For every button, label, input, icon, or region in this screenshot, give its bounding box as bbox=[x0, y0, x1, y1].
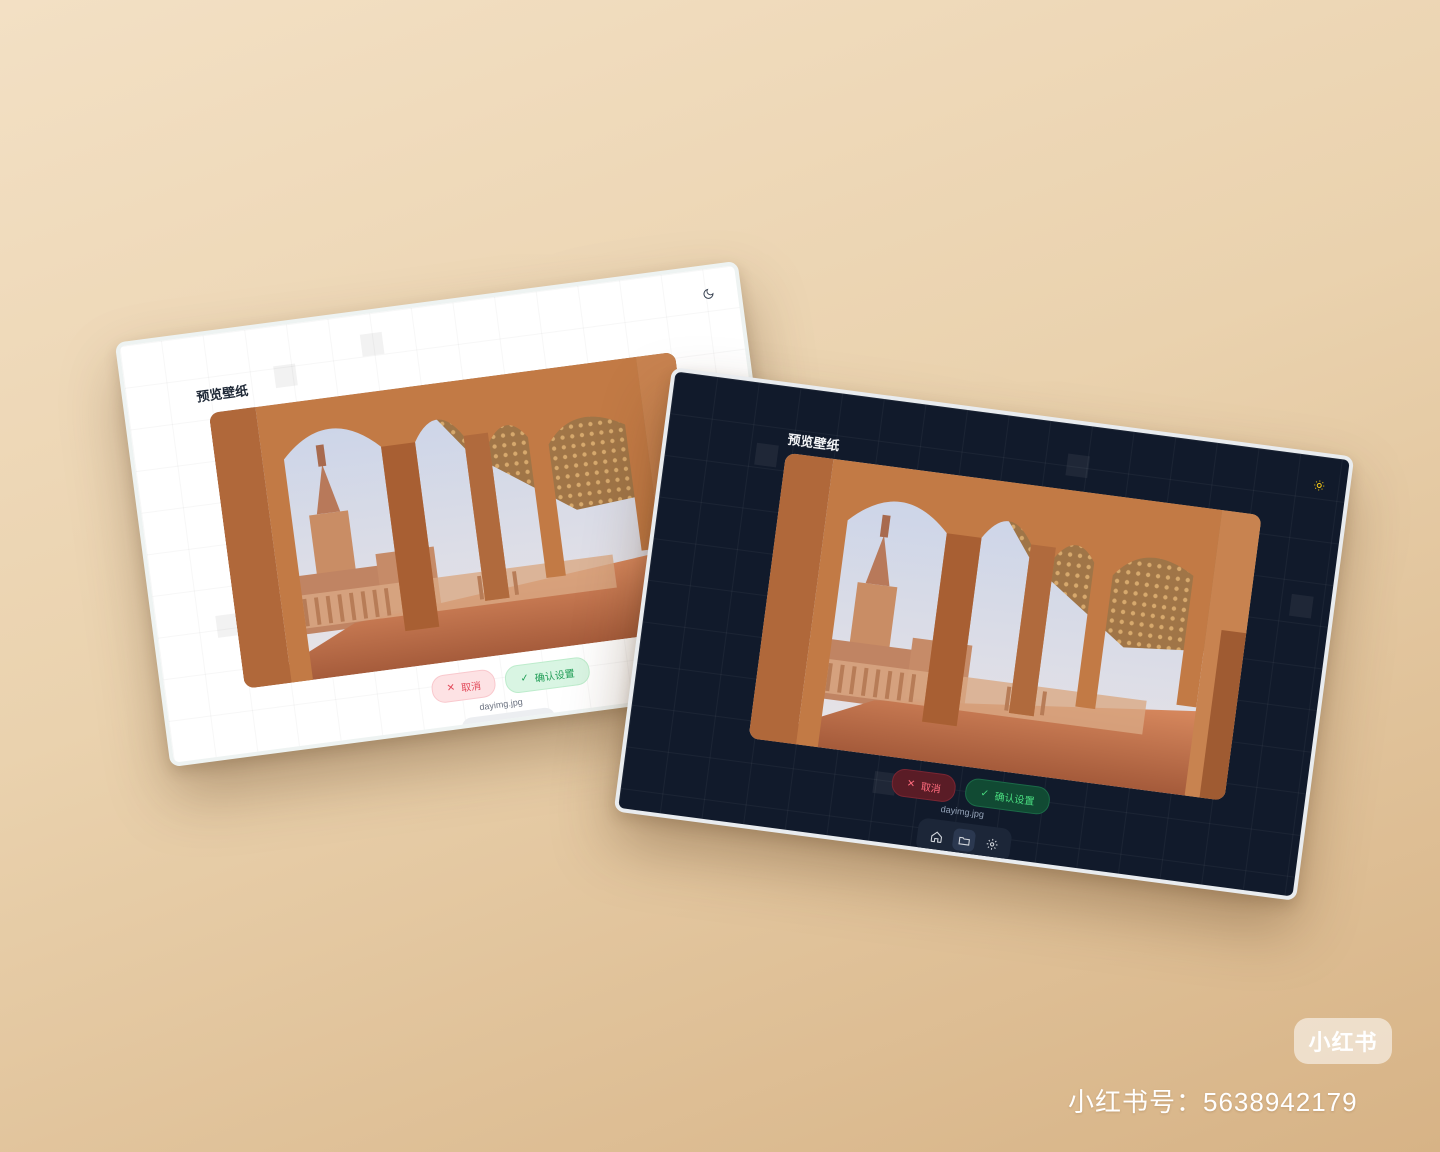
close-icon: ✕ bbox=[445, 681, 456, 694]
gear-icon bbox=[986, 838, 998, 850]
folder-open-icon bbox=[503, 726, 516, 735]
home-icon bbox=[476, 727, 488, 740]
settings-button[interactable] bbox=[979, 831, 1004, 856]
cancel-button[interactable]: ✕ 取消 bbox=[430, 668, 498, 705]
file-name: dayimg.jpg bbox=[478, 696, 524, 713]
cancel-button[interactable]: ✕ 取消 bbox=[890, 767, 958, 804]
confirm-button[interactable]: ✓ 确认设置 bbox=[503, 655, 592, 695]
theme-toggle-button[interactable] bbox=[696, 282, 721, 307]
action-buttons: ✕ 取消 ✓ 确认设置 bbox=[430, 655, 592, 705]
gear-icon bbox=[531, 720, 543, 732]
wallpaper-preview bbox=[748, 452, 1262, 801]
cancel-label: 取消 bbox=[920, 781, 942, 796]
theme-toggle-button[interactable] bbox=[1307, 473, 1332, 498]
confirm-label: 确认设置 bbox=[993, 791, 1036, 808]
page-title: 预览壁纸 bbox=[786, 431, 841, 454]
home-icon bbox=[930, 830, 942, 843]
grid-tile bbox=[1289, 593, 1314, 619]
sun-icon bbox=[1314, 480, 1325, 491]
folder-open-icon bbox=[957, 836, 970, 846]
grid-tile bbox=[359, 331, 385, 357]
logo-text: 小红书 bbox=[1308, 1030, 1378, 1055]
xiaohongshu-logo: 小红书 bbox=[1294, 1018, 1392, 1064]
confirm-label: 确认设置 bbox=[534, 668, 576, 685]
home-button[interactable] bbox=[924, 824, 949, 849]
close-icon: ✕ bbox=[906, 777, 916, 790]
moon-icon bbox=[703, 288, 714, 299]
home-button[interactable] bbox=[470, 721, 495, 746]
grid-tile bbox=[754, 442, 779, 468]
grid-tile bbox=[273, 363, 298, 389]
cancel-label: 取消 bbox=[460, 680, 482, 695]
bottom-toolbar bbox=[460, 706, 559, 753]
open-folder-button[interactable] bbox=[497, 717, 522, 742]
dark-window: 预览壁纸 ✕ 取消 ✓ 确认设置 dayimg.jpg bbox=[613, 367, 1355, 901]
check-icon: ✓ bbox=[979, 787, 990, 800]
bottom-toolbar bbox=[915, 817, 1013, 864]
page-title: 预览壁纸 bbox=[195, 382, 250, 405]
check-icon: ✓ bbox=[519, 672, 530, 685]
open-folder-button[interactable] bbox=[951, 827, 977, 853]
settings-button[interactable] bbox=[525, 714, 550, 739]
account-id: 小红书号：5638942179 bbox=[1068, 1087, 1358, 1117]
grid-tile bbox=[283, 745, 308, 768]
grid-tile bbox=[1065, 453, 1091, 479]
